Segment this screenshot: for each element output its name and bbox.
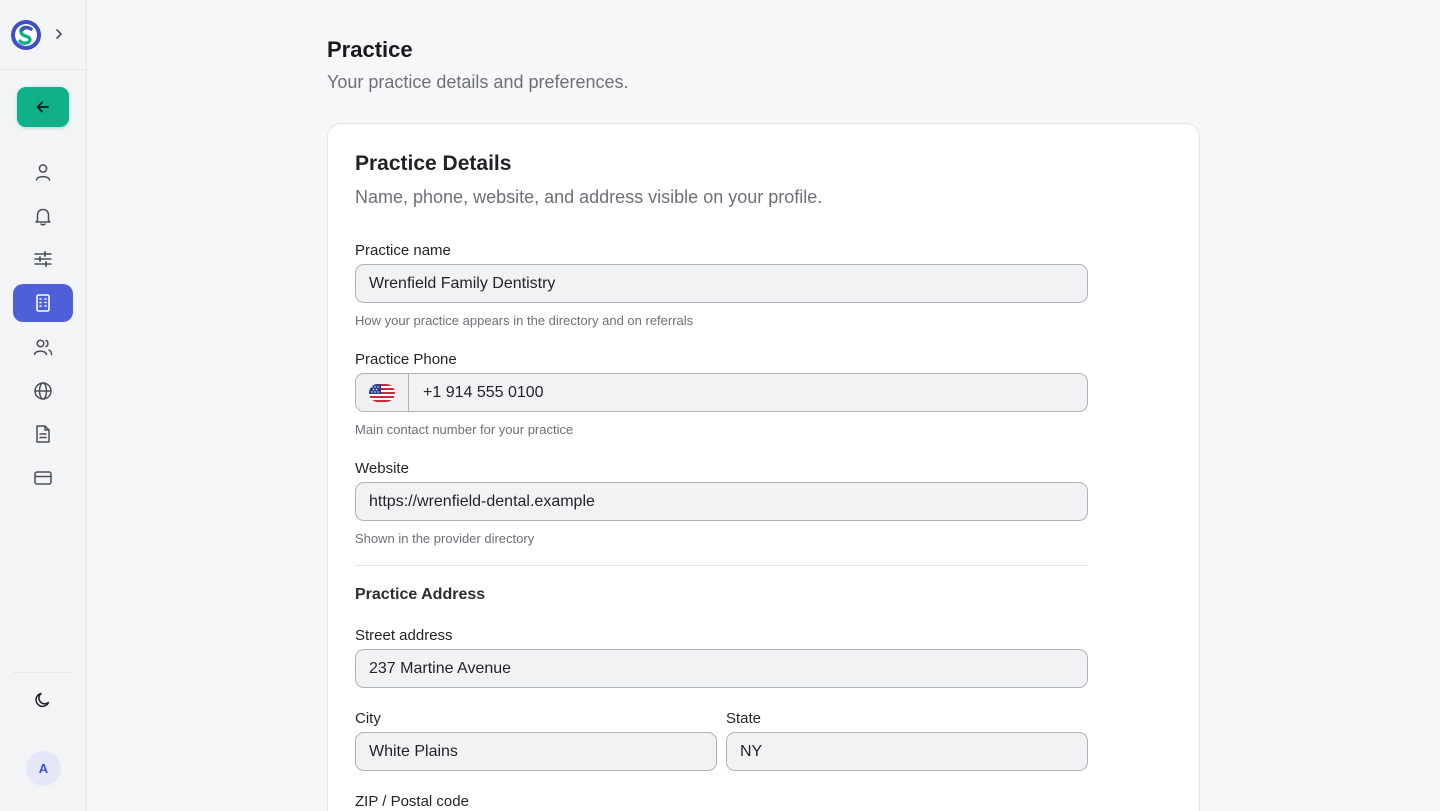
website-label: Website	[355, 460, 409, 477]
card-title: Practice Details	[355, 152, 512, 175]
practice-details-card: Practice Details Name, phone, website, a…	[327, 123, 1200, 811]
page-subtitle: Your practice details and preferences.	[327, 72, 629, 92]
page-title: Practice	[327, 37, 413, 62]
zip-label: ZIP / Postal code	[355, 793, 469, 810]
app-logo-icon[interactable]	[10, 19, 42, 51]
practice-name-helper: How your practice appears in the directo…	[355, 313, 694, 328]
city-input[interactable]	[355, 732, 717, 771]
city-label: City	[355, 710, 381, 727]
website-helper: Shown in the provider directory	[355, 531, 535, 546]
sidebar: A	[0, 0, 87, 811]
back-button[interactable]	[17, 87, 69, 127]
practice-phone-label: Practice Phone	[355, 351, 457, 368]
nav-item-preferences[interactable]	[13, 240, 73, 278]
nav-item-practice[interactable]	[13, 284, 73, 322]
website-input[interactable]	[355, 482, 1088, 521]
nav-item-notifications[interactable]	[13, 197, 73, 235]
nav-item-billing[interactable]	[13, 459, 73, 497]
card-description: Name, phone, website, and address visibl…	[355, 187, 823, 207]
document-icon	[36, 425, 50, 443]
arrow-left-icon	[36, 101, 49, 113]
practice-name-input[interactable]	[355, 264, 1088, 303]
building-icon	[36, 294, 50, 312]
sliders-icon	[34, 251, 52, 267]
theme-toggle[interactable]	[13, 681, 73, 719]
street-address-input[interactable]	[355, 649, 1088, 688]
chevron-right-icon[interactable]	[52, 27, 66, 41]
user-icon	[35, 164, 51, 181]
nav-item-web[interactable]	[13, 372, 73, 410]
logo-row	[0, 0, 86, 70]
nav-item-team[interactable]	[13, 328, 73, 366]
phone-field	[355, 373, 1088, 412]
moon-icon	[35, 692, 50, 708]
credit-card-icon	[34, 471, 52, 485]
practice-phone-helper: Main contact number for your practice	[355, 422, 574, 437]
country-code-select[interactable]	[356, 374, 409, 411]
avatar[interactable]: A	[26, 751, 61, 786]
nav-item-profile[interactable]	[13, 153, 73, 191]
state-label: State	[726, 710, 762, 727]
users-icon	[33, 339, 53, 356]
sidebar-divider	[13, 672, 73, 673]
globe-icon	[34, 382, 52, 400]
nav-item-documents[interactable]	[13, 415, 73, 453]
state-input[interactable]	[726, 732, 1088, 771]
section-divider	[355, 565, 1088, 566]
street-address-label: Street address	[355, 627, 453, 644]
bell-icon	[35, 208, 51, 226]
practice-name-label: Practice name	[355, 242, 451, 259]
practice-phone-input[interactable]	[410, 374, 1087, 411]
practice-address-heading: Practice Address	[355, 586, 486, 603]
us-flag-icon	[369, 383, 395, 402]
